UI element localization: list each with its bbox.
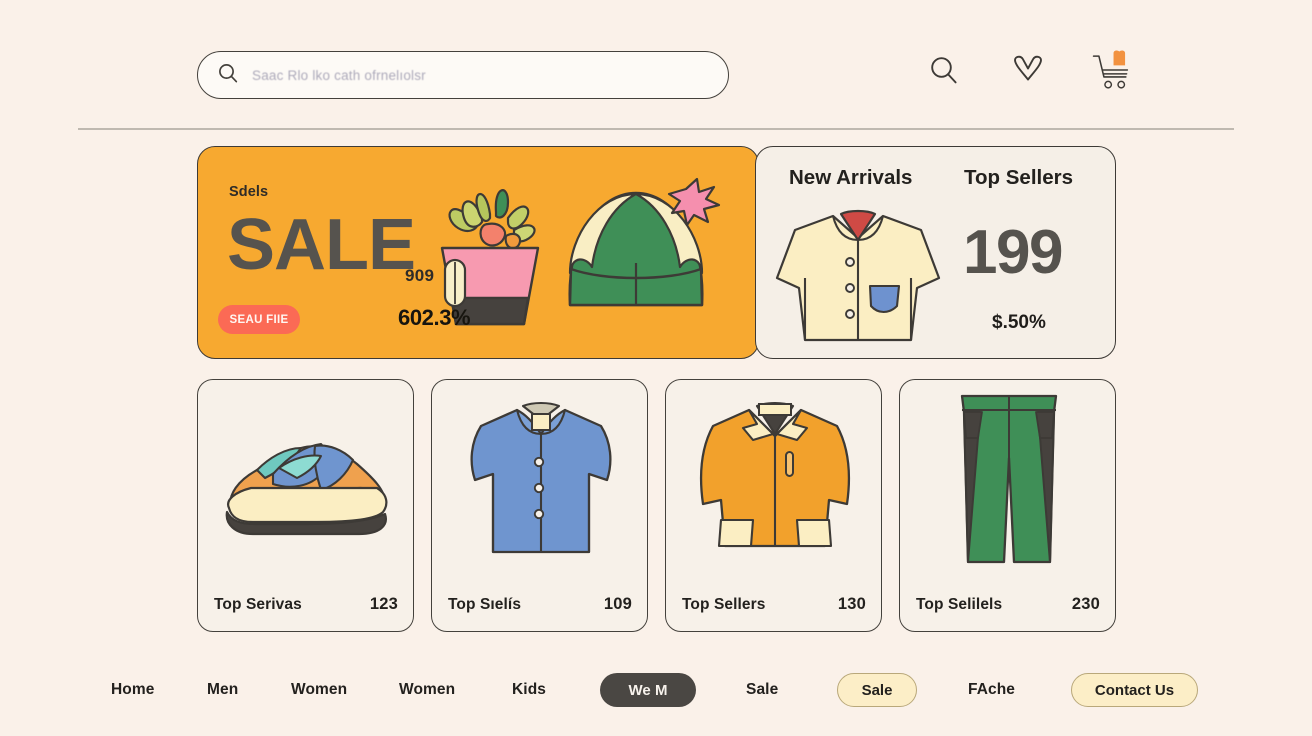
search-placeholder-text: Saac Rlo lko cath ofrnelıolsr <box>252 67 426 83</box>
bottom-navigation: Home Men Women Women Kids We M Sale Sale… <box>0 660 1312 720</box>
product-card[interactable]: Top Selilels 230 <box>899 379 1116 632</box>
hero-sub-number: $.50% <box>992 312 1046 333</box>
product-name: Top Serivas <box>214 596 302 613</box>
nav-item-sale[interactable]: Sale <box>746 681 778 699</box>
hero-banner: Sdels SALE SEAU FIIE 909 602.3% New Arri… <box>197 146 1116 359</box>
hero-sale-panel[interactable]: Sdels SALE SEAU FIIE 909 602.3% <box>197 146 759 359</box>
search-icon <box>216 61 240 90</box>
hero-headline: SALE <box>227 205 416 285</box>
sneaker-illustration <box>198 390 413 570</box>
hero-cta-label: SEAU FIIE <box>229 313 289 326</box>
hero-eyebrow: Sdels <box>229 184 269 200</box>
shirt-illustration <box>432 390 647 570</box>
product-card[interactable]: Top Sıelís 109 <box>431 379 648 632</box>
nav-item-women-2[interactable]: Women <box>399 681 455 699</box>
product-card-footer: Top Serivas 123 <box>214 595 398 614</box>
search-input[interactable]: Saac Rlo lko cath ofrnelıolsr <box>197 51 729 99</box>
nav-item-kids[interactable]: Kids <box>512 681 546 699</box>
hero-cta-button[interactable]: SEAU FIIE <box>218 305 300 334</box>
product-name: Top Selilels <box>916 596 1003 613</box>
ecommerce-page: Saac Rlo lko cath ofrnelıolsr Sdels SALE… <box>0 0 1312 736</box>
site-header: Saac Rlo lko cath ofrnelıolsr <box>0 0 1312 130</box>
hero-basket-number: 909 <box>405 266 435 285</box>
top-sellers-title: Top Sellers <box>964 166 1073 189</box>
product-price: 123 <box>369 595 398 613</box>
cardigan-illustration <box>771 204 946 349</box>
nav-item-home[interactable]: Home <box>111 681 154 699</box>
nav-item-women[interactable]: Women <box>291 681 347 699</box>
beanie-hat-illustration <box>556 177 726 332</box>
nav-item-fache[interactable]: FAche <box>968 681 1015 699</box>
product-card-grid: Top Serivas 123 Top Sıelís 109 Top Selle… <box>197 379 1116 632</box>
nav-item-men[interactable]: Men <box>207 681 238 699</box>
product-price: 109 <box>603 595 632 613</box>
jacket-illustration <box>666 390 881 570</box>
product-price: 130 <box>837 595 866 613</box>
nav-pill-contact-us[interactable]: Contact Us <box>1071 673 1198 707</box>
product-card[interactable]: Top Sellers 130 <box>665 379 882 632</box>
hero-big-number: 199 <box>963 218 1063 287</box>
pants-illustration <box>900 390 1115 570</box>
new-arrivals-title: New Arrivals <box>789 166 913 189</box>
nav-pill-active[interactable]: We M <box>600 673 696 707</box>
product-name: Top Sellers <box>682 596 766 613</box>
search-icon[interactable] <box>924 48 964 92</box>
header-icon-group <box>924 48 1132 92</box>
nav-pill-sale[interactable]: Sale <box>837 673 917 707</box>
product-card-footer: Top Sellers 130 <box>682 595 866 614</box>
heart-icon[interactable] <box>1008 48 1048 92</box>
product-card[interactable]: Top Serivas 123 <box>197 379 414 632</box>
hero-percent-label: 602.3% <box>398 305 471 330</box>
product-card-footer: Top Selilels 230 <box>916 595 1100 614</box>
product-card-footer: Top Sıelís 109 <box>448 595 632 614</box>
product-price: 230 <box>1071 595 1100 613</box>
hero-arrivals-panel[interactable]: New Arrivals Top Sellers 199 $.50% <box>755 146 1116 359</box>
header-divider <box>78 128 1234 130</box>
cart-icon[interactable] <box>1092 48 1132 92</box>
product-name: Top Sıelís <box>448 596 522 613</box>
